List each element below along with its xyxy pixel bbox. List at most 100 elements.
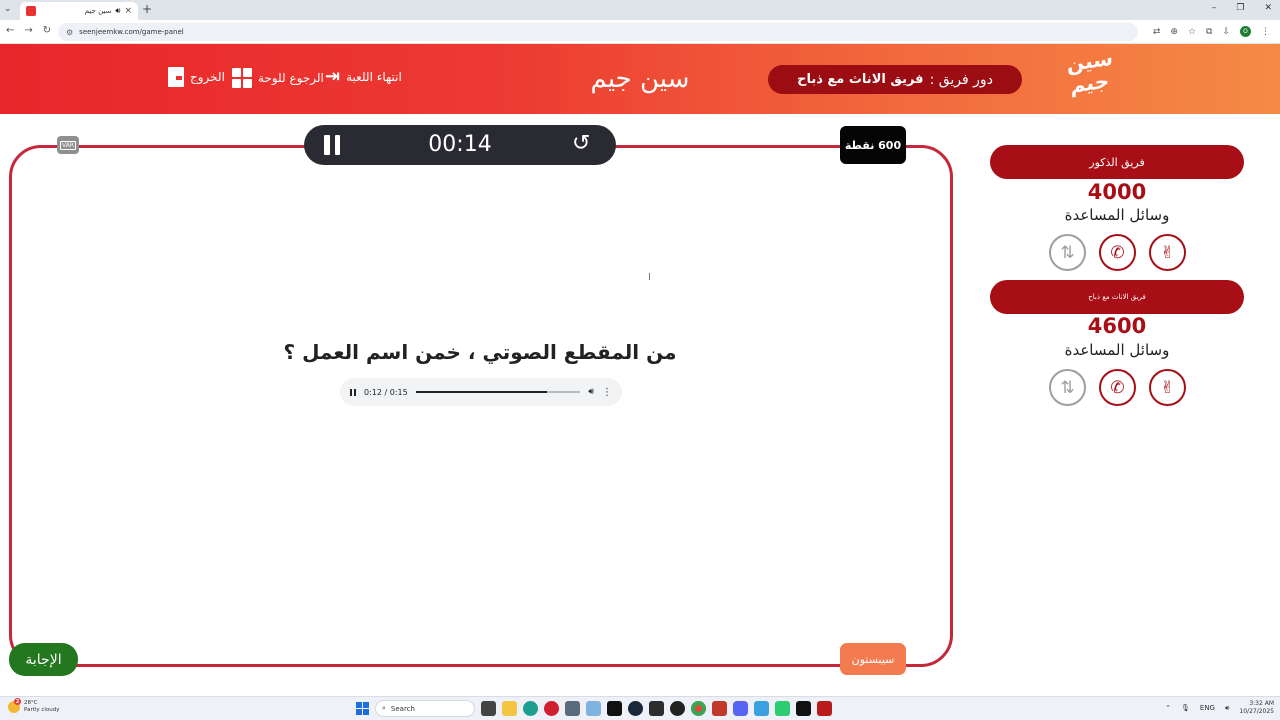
team-1-peace-hand-icon[interactable]: ✌ bbox=[1149, 234, 1186, 271]
new-tab-button[interactable]: + bbox=[142, 2, 152, 16]
downloads-icon[interactable]: ⇩ bbox=[1222, 27, 1230, 37]
windows-taskbar: 2 28°C Partly cloudy ⌕ Search ⌃ 🎙︎ ENG 🔊︎… bbox=[0, 696, 1280, 720]
microphone-icon[interactable]: 🎙︎ bbox=[1181, 704, 1190, 712]
team-2-swap-icon[interactable]: ⇅ bbox=[1049, 369, 1086, 406]
team-2-name: فريق الاناث مع ذباح bbox=[1088, 293, 1146, 301]
task-view-icon[interactable] bbox=[481, 701, 496, 716]
lang-indicator[interactable]: ENG bbox=[1200, 704, 1215, 712]
grid-icon bbox=[232, 68, 252, 88]
audio-player: 0:12 / 0:15 🔊︎ ⋮ bbox=[340, 378, 622, 406]
timer-bar: 00:14 ↺ bbox=[304, 125, 616, 165]
terminal-icon[interactable] bbox=[649, 701, 664, 716]
restore-icon[interactable]: ❐ bbox=[1236, 3, 1244, 13]
system-tray: ⌃ 🎙︎ ENG 🔊︎ 3:32 AM 10/27/2025 bbox=[1165, 700, 1274, 716]
turn-label: دور فريق : bbox=[929, 71, 993, 88]
audio-seek-bar[interactable] bbox=[415, 391, 581, 393]
reload-icon[interactable]: ↻ bbox=[43, 25, 51, 36]
mouse-cursor-icon: I bbox=[648, 272, 651, 283]
photos-icon[interactable] bbox=[586, 701, 601, 716]
browser-tabstrip: ⌄ سين جيم 🔊︎ × + – ❐ ✕ bbox=[0, 0, 1280, 20]
favicon bbox=[26, 6, 36, 16]
points-badge: 600 نقطة bbox=[840, 126, 906, 164]
exit-button[interactable]: الخروج bbox=[168, 67, 225, 87]
chrome-icon[interactable] bbox=[691, 701, 706, 716]
var-button[interactable]: VAR bbox=[57, 136, 79, 154]
extensions-icon[interactable]: ⧉ bbox=[1206, 27, 1212, 37]
forward-icon[interactable]: → bbox=[24, 25, 32, 36]
current-turn-pill: دور فريق : فريق الاناث مع ذباح bbox=[768, 65, 1022, 94]
steam-icon[interactable] bbox=[628, 701, 643, 716]
weather-sun-icon: 2 bbox=[8, 698, 21, 713]
more-options-icon[interactable]: ⋮ bbox=[602, 387, 612, 398]
url-text[interactable]: seenjeemkw.com/game-panel bbox=[79, 28, 184, 36]
network-volume-icon[interactable]: 🔊︎ bbox=[1225, 704, 1229, 713]
team-1-swap-icon[interactable]: ⇅ bbox=[1049, 234, 1086, 271]
audio-progress-fill bbox=[415, 391, 548, 393]
window-controls: – ❐ ✕ bbox=[1212, 3, 1272, 13]
question-board bbox=[9, 145, 953, 667]
file-explorer-icon[interactable] bbox=[502, 701, 517, 716]
omnibox[interactable]: ⚙︎ seenjeemkw.com/game-panel bbox=[58, 23, 1138, 41]
team-1-name-bar: فريق الذكور bbox=[990, 145, 1244, 179]
taskbar-apps: ⌕ Search bbox=[356, 700, 832, 717]
translate-icon[interactable]: ⇄ bbox=[1153, 27, 1161, 37]
seen-jeem-logo[interactable]: سين جيم bbox=[1060, 46, 1120, 112]
team-2-peace-hand-icon[interactable]: ✌ bbox=[1149, 369, 1186, 406]
clock-time: 3:32 AM bbox=[1249, 700, 1274, 707]
question-text: من المقطع الصوتي ، خمن اسم العمل ؟ bbox=[283, 340, 677, 364]
answer-button[interactable]: الإجابة bbox=[9, 643, 78, 676]
weather-widget[interactable]: 2 28°C Partly cloudy bbox=[8, 698, 60, 714]
close-window-icon[interactable]: ✕ bbox=[1264, 3, 1272, 13]
tray-chevron-icon[interactable]: ⌃ bbox=[1165, 704, 1171, 712]
team-2-score: 4600 bbox=[1087, 314, 1147, 338]
exit-arrow-icon: ⇥ bbox=[325, 66, 341, 87]
weather-temp: 28°C bbox=[24, 700, 38, 706]
speaker-icon[interactable]: 🔊︎ bbox=[115, 6, 120, 16]
tab-search-icon[interactable]: ⌄ bbox=[4, 4, 12, 14]
store-icon[interactable] bbox=[565, 701, 580, 716]
edge-icon[interactable] bbox=[523, 701, 538, 716]
close-tab-icon[interactable]: × bbox=[124, 6, 132, 16]
bookmark-star-icon[interactable]: ☆ bbox=[1188, 27, 1196, 37]
app-icon-blue[interactable] bbox=[754, 701, 769, 716]
app-icon-red[interactable] bbox=[817, 701, 832, 716]
team-2-phone-icon[interactable]: ✆ bbox=[1099, 369, 1136, 406]
back-to-board-button[interactable]: الرجوع للوحة bbox=[232, 68, 324, 88]
search-icon: ⌕ bbox=[382, 704, 386, 712]
audio-pause-icon[interactable] bbox=[350, 388, 356, 396]
browser-toolbar: ⇄ ⊕ ☆ ⧉ ⇩ O ⋮ bbox=[1153, 26, 1270, 37]
reset-timer-icon[interactable]: ↺ bbox=[572, 131, 590, 156]
team-1-phone-icon[interactable]: ✆ bbox=[1099, 234, 1136, 271]
minimize-icon[interactable]: – bbox=[1212, 3, 1217, 13]
back-icon[interactable]: ← bbox=[6, 25, 14, 36]
app-icon-dark[interactable] bbox=[796, 701, 811, 716]
taskbar-search[interactable]: ⌕ Search bbox=[375, 700, 475, 717]
profile-avatar[interactable]: O bbox=[1240, 26, 1251, 37]
weather-badge: 2 bbox=[14, 698, 21, 705]
capcut-icon[interactable] bbox=[607, 701, 622, 716]
game-title: سين جيم bbox=[590, 64, 690, 94]
end-game-button[interactable]: انتهاء اللعبة ⇥ bbox=[325, 68, 402, 86]
team-2-name-bar: فريق الاناث مع ذباح bbox=[990, 280, 1244, 314]
game-header: سين جيم دور فريق : فريق الاناث مع ذباح س… bbox=[0, 44, 1280, 114]
volume-icon[interactable]: 🔊︎ bbox=[588, 387, 594, 397]
browser-menu-icon[interactable]: ⋮ bbox=[1261, 27, 1270, 37]
pause-icon[interactable] bbox=[324, 135, 340, 155]
media-icon[interactable] bbox=[712, 701, 727, 716]
address-bar-row: ← → ↻ ⚙︎ seenjeemkw.com/game-panel ⇄ ⊕ ☆… bbox=[0, 20, 1280, 44]
zoom-icon[interactable]: ⊕ bbox=[1170, 27, 1178, 37]
browser-tab[interactable]: سين جيم 🔊︎ × bbox=[20, 2, 138, 20]
app-icon-green[interactable] bbox=[775, 701, 790, 716]
category-button[interactable]: سيبستون bbox=[840, 643, 906, 675]
site-info-icon[interactable]: ⚙︎ bbox=[66, 28, 73, 37]
github-icon[interactable] bbox=[670, 701, 685, 716]
clock[interactable]: 3:32 AM 10/27/2025 bbox=[1239, 700, 1274, 716]
windows-start-icon[interactable] bbox=[356, 702, 369, 715]
discord-icon[interactable] bbox=[733, 701, 748, 716]
opera-icon[interactable] bbox=[544, 701, 559, 716]
timer-value: 00:14 bbox=[428, 132, 492, 157]
var-label: VAR bbox=[60, 140, 76, 150]
team-1-aids-label: وسائل المساعدة bbox=[1064, 206, 1170, 224]
search-placeholder: Search bbox=[390, 704, 415, 713]
team-1-score: 4000 bbox=[1087, 180, 1147, 204]
